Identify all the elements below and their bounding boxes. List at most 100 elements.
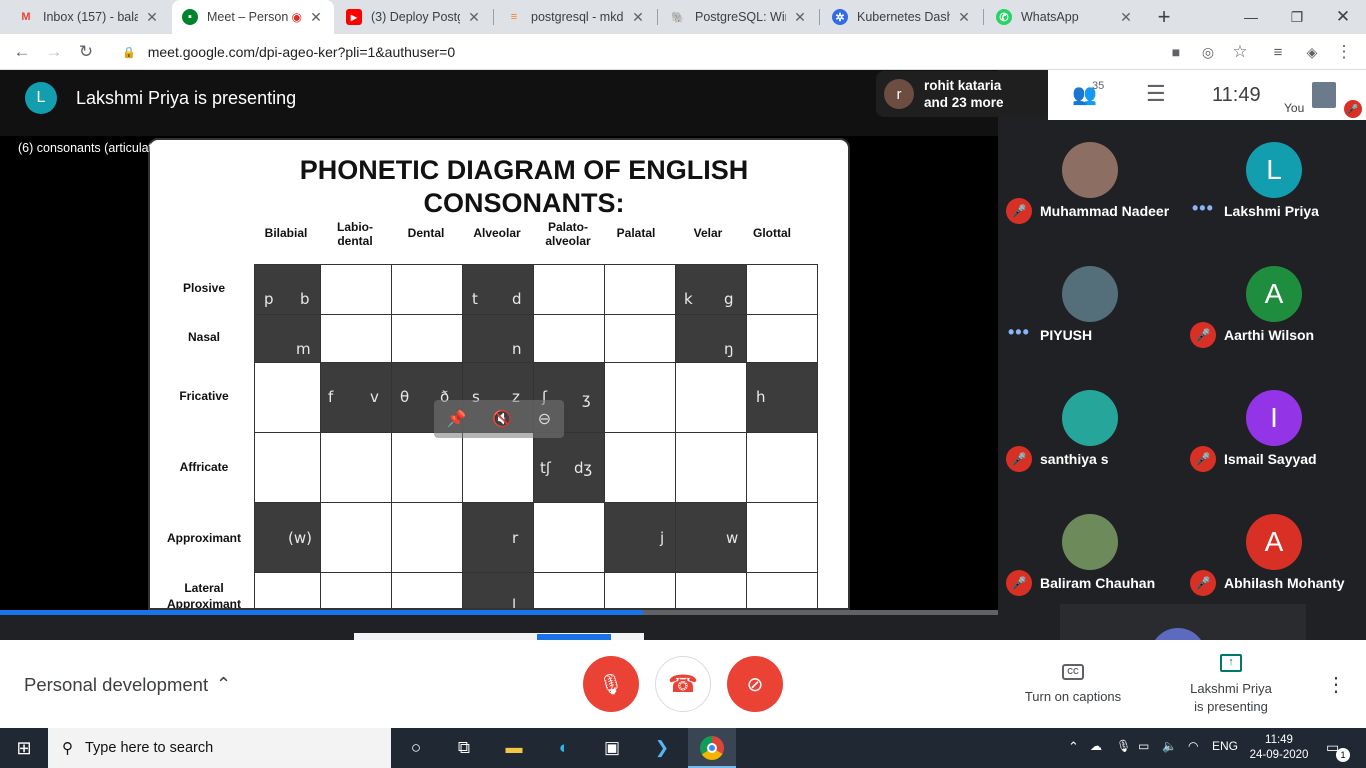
participant-grid: 🎤 Muhammad Nadeer L ••• Lakshmi Priya ••• PIYU… [998,120,1366,640]
presenter-avatar: L [25,82,57,114]
file-explorer-icon[interactable]: ▬ [500,734,528,762]
row-header: Approximant [166,531,241,545]
chart-cell [254,432,321,503]
column-header: Velar [693,226,723,240]
others-tile[interactable]: r rohit kataria and 23 more [876,71,1048,117]
chart-cell [604,502,676,573]
muted-mic-icon: 🎤 [1006,446,1032,472]
browser-tab-strip: M Inbox (157) - balaji ✕ ▪ Meet – Person… [0,0,1366,34]
chart-cell [675,432,747,503]
camera-off-button[interactable]: ⊘ [727,656,783,712]
remove-icon[interactable]: ⊖ [538,409,551,429]
phoneme-symbol: ŋ [724,340,734,358]
participant-name: Abhilash Mohanty [1224,575,1345,591]
tray-chevron-icon[interactable]: ⌃ [1068,739,1079,755]
mute-icon[interactable]: 🔇 [492,409,512,429]
participant-avatar[interactable]: I [1246,390,1302,446]
close-tab-icon[interactable]: ✕ [956,9,972,26]
eye-off-icon[interactable]: ◎ [1194,38,1222,66]
chart-cell [746,502,818,573]
presenting-button[interactable]: Lakshmi Priya is presenting [1180,680,1282,716]
participant-avatar[interactable] [1062,266,1118,322]
leave-call-button[interactable]: ☎ [655,656,711,712]
back-button[interactable]: ← [8,38,36,66]
wifi-icon[interactable]: ◠ [1188,739,1198,753]
tab-whatsapp[interactable]: ✆ WhatsApp ✕ [986,0,1144,34]
battery-icon[interactable]: ▭ [1138,739,1149,753]
microphone-tray-icon[interactable]: 🎙 [1116,739,1131,753]
profile-avatar[interactable]: ◈ [1298,38,1326,66]
phoneme-symbol: h [756,388,766,406]
others-avatar: r [884,79,914,109]
tab-stackoverflow[interactable]: ≡ postgresql - mkdir ✕ [496,0,656,34]
pin-icon[interactable]: 📌 [447,409,467,429]
participant-avatar[interactable]: A [1246,514,1302,570]
cortana-icon[interactable]: ○ [402,734,430,762]
microphone-off-button[interactable]: 🎙 [583,656,639,712]
phoneme-symbol: ʒ [582,390,591,408]
close-window-button[interactable]: ✕ [1320,0,1366,34]
volume-icon[interactable]: 🔈 [1162,739,1177,753]
tab-meet[interactable]: ▪ Meet – Personal development ◉ ✕ [172,0,334,34]
taskbar-search[interactable]: ⚲ Type here to search [48,728,391,768]
self-view-thumbnail[interactable] [1312,82,1336,108]
reload-button[interactable]: ↻ [72,38,100,66]
participant-avatar[interactable]: A [1246,266,1302,322]
new-tab-button[interactable]: + [1150,3,1178,31]
chart-cell [320,314,392,363]
forward-button[interactable]: → [40,38,68,66]
language-indicator[interactable]: ENG [1212,739,1238,753]
tab-gmail[interactable]: M Inbox (157) - balaji ✕ [8,0,170,34]
close-tab-icon[interactable]: ✕ [466,9,482,26]
chat-icon[interactable]: ☰ [1146,81,1166,107]
others-more: and 23 more [924,95,1004,110]
participant-count: 35 [1092,80,1105,92]
speaking-indicator-icon: ••• [1008,322,1030,342]
onedrive-icon[interactable]: ☁ [1090,739,1102,753]
participant-tile-partial[interactable] [1060,604,1306,640]
bookmark-star-icon[interactable]: ☆ [1226,38,1254,66]
video-off-icon: ⊘ [746,673,764,696]
chart-cell [746,572,818,608]
close-tab-icon[interactable]: ✕ [630,9,646,26]
taskbar-clock[interactable]: 11:49 24-09-2020 [1248,733,1310,763]
address-bar[interactable]: 🔒 meet.google.com/dpi-ageo-ker?pli=1&aut… [110,38,1260,66]
restore-button[interactable]: ❐ [1274,0,1320,34]
self-muted-icon: 🎤 [1344,100,1362,118]
browser-menu-icon[interactable]: ⋮ [1330,38,1358,66]
camera-icon[interactable]: ■ [1162,38,1190,66]
close-tab-icon[interactable]: ✕ [144,9,160,26]
participant-avatar[interactable]: L [1246,142,1302,198]
chart-cell [533,314,605,363]
close-tab-icon[interactable]: ✕ [308,9,324,26]
participant-avatar[interactable] [1062,514,1118,570]
windows-start-icon[interactable]: ⊞ [10,734,38,762]
notification-count: 1 [1336,748,1350,762]
participant-avatar[interactable] [1062,142,1118,198]
chevron-up-icon[interactable]: ⌃ [216,674,231,695]
edge-icon[interactable]: ◐ [550,734,578,762]
more-options-icon[interactable]: ⋮ [1326,672,1346,697]
minimize-button[interactable]: — [1228,0,1274,34]
meeting-controls-bar: Personal development ⌃ 🎙 ☎ ⊘ CC Turn on … [0,640,1366,728]
phoneme-symbol: j [660,529,665,547]
presentation-slide: PHONETIC DIAGRAM OF ENGLISH CONSONANTS: … [148,138,850,610]
tab-kubernetes[interactable]: ✲ Kubernetes Dashboard ✕ [822,0,982,34]
others-name: rohit kataria [924,78,1002,93]
close-tab-icon[interactable]: ✕ [792,9,808,26]
column-header: Bilabial [264,226,308,240]
meet-top-right-bar: 👥 35 ☰ 11:49 You 🎤 [1048,70,1366,120]
tab-postgres[interactable]: 🐘 PostgreSQL: Windows ✕ [660,0,818,34]
media-queue-icon[interactable]: ≡ [1264,38,1292,66]
presentation-caption: (6) consonants (articulation aspects) [18,141,220,155]
task-view-icon[interactable]: ⧉ [450,734,478,762]
captions-button[interactable]: Turn on captions [1016,689,1130,704]
meeting-name[interactable]: Personal development [24,674,208,696]
store-icon[interactable]: ▣ [598,734,626,762]
chrome-taskbar-button[interactable] [688,728,736,768]
powershell-icon[interactable]: ❯ [648,734,676,762]
close-tab-icon[interactable]: ✕ [1118,9,1134,26]
tab-youtube[interactable]: ▶ (3) Deploy Postgres ✕ [336,0,492,34]
chart-cell [746,432,818,503]
participant-avatar[interactable] [1062,390,1118,446]
